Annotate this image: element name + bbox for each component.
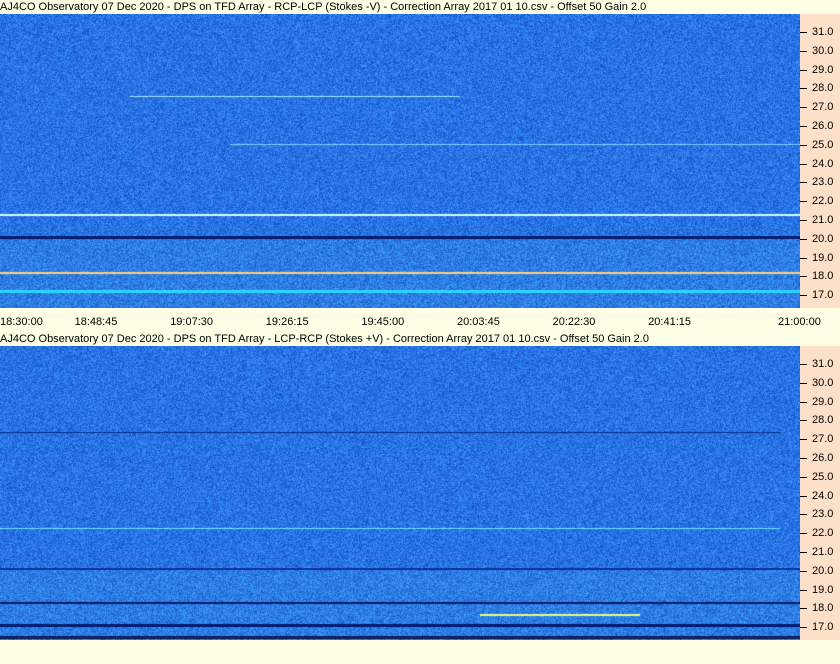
freq-tick-mark: [800, 533, 807, 535]
freq-tick-label: 26.0: [812, 120, 834, 132]
freq-tick-label: 31.0: [812, 358, 834, 370]
freq-tick-mark: [800, 69, 807, 71]
time-tick-label: 19:45:00: [361, 316, 405, 328]
freq-tick-label: 21.0: [812, 214, 834, 226]
time-axis: 18:30:00 18:48:45 19:07:30 19:26:15 19:45:00…: [0, 312, 840, 332]
freq-tick-mark: [800, 495, 807, 497]
freq-tick-mark: [800, 107, 807, 109]
freq-tick-label: 18.0: [812, 270, 834, 283]
freq-tick-mark: [800, 420, 807, 422]
freq-tick-label: 23.0: [812, 176, 834, 189]
freq-tick-mark: [800, 552, 807, 553]
freq-tick-mark: [800, 201, 807, 203]
freq-tick-mark: [800, 182, 807, 184]
freq-tick-label: 29.0: [812, 63, 834, 76]
freq-tick-mark: [800, 401, 807, 403]
freq-tick-mark: [800, 608, 807, 610]
freq-tick-label: 20.0: [812, 232, 834, 245]
panel-bottom-title: AJ4CO Observatory 07 Dec 2020 - DPS on T…: [0, 332, 840, 346]
freq-tick-label: 27.0: [812, 433, 834, 446]
freq-tick-mark: [800, 295, 807, 297]
freq-tick-mark: [800, 257, 807, 259]
freq-tick-mark: [800, 32, 807, 33]
freq-tick-label: 31.0: [812, 26, 834, 38]
freq-tick-label: 19.0: [812, 583, 834, 596]
freq-tick-mark: [800, 364, 807, 365]
freq-tick-label: 28.0: [812, 82, 834, 95]
freq-tick-label: 30.0: [812, 376, 834, 389]
freq-tick-label: 28.0: [812, 414, 834, 427]
freq-tick-label: 18.0: [812, 602, 834, 615]
freq-tick-label: 22.0: [812, 195, 834, 208]
time-tick-label: 18:30:00: [0, 316, 43, 328]
freq-tick-label: 17.0: [812, 621, 834, 634]
freq-tick-mark: [800, 627, 807, 629]
freq-tick-label: 23.0: [812, 508, 834, 521]
freq-tick-mark: [800, 439, 807, 441]
time-tick-label: 20:03:45: [457, 316, 500, 328]
frequency-axis-bottom: 31.0 30.0 29.0 28.0 27.0 26.0 25.0 24.0 23.0 22.0…: [800, 346, 840, 640]
freq-tick-mark: [800, 88, 807, 90]
freq-tick-label: 20.0: [812, 564, 834, 577]
freq-tick-mark: [800, 144, 807, 146]
freq-tick-label: 24.0: [812, 489, 834, 502]
freq-tick-label: 19.0: [812, 251, 834, 264]
freq-tick-label: 26.0: [812, 452, 834, 464]
freq-tick-mark: [800, 458, 807, 459]
time-tick-label: 18:48:45: [74, 316, 118, 328]
freq-tick-label: 24.0: [812, 157, 834, 170]
freq-tick-label: 27.0: [812, 101, 834, 114]
freq-tick-mark: [800, 50, 807, 52]
freq-tick-mark: [800, 163, 807, 165]
freq-tick-label: 22.0: [812, 527, 834, 540]
freq-tick-mark: [800, 589, 807, 591]
freq-tick-label: 21.0: [812, 546, 834, 558]
time-tick-label: 20:22:30: [552, 316, 596, 328]
freq-tick-mark: [800, 276, 807, 278]
spectrogram-bottom[interactable]: [0, 346, 800, 640]
time-tick-label: 19:07:30: [170, 316, 214, 328]
freq-tick-label: 29.0: [812, 395, 834, 408]
bottom-strip: [0, 640, 840, 664]
freq-tick-mark: [800, 570, 807, 572]
freq-tick-label: 25.0: [812, 470, 834, 483]
freq-tick-label: 30.0: [812, 44, 834, 57]
panel-top-title: AJ4CO Observatory 07 Dec 2020 - DPS on T…: [0, 0, 840, 14]
freq-tick-label: 17.0: [812, 289, 834, 302]
time-tick-label: 20:41:15: [648, 316, 692, 328]
freq-tick-mark: [800, 476, 807, 478]
time-tick-label: 19:26:15: [265, 316, 309, 328]
freq-tick-mark: [800, 238, 807, 240]
freq-tick-mark: [800, 126, 807, 127]
frequency-axis-top: 31.0 30.0 29.0 28.0 27.0 26.0 25.0 24.0 23.0 22.0…: [800, 14, 840, 308]
spectrogram-top[interactable]: [0, 14, 800, 308]
time-tick-label: 21:00:00: [778, 316, 821, 328]
freq-tick-mark: [800, 220, 807, 221]
freq-tick-mark: [800, 514, 807, 516]
freq-tick-mark: [800, 382, 807, 384]
freq-tick-label: 25.0: [812, 138, 834, 151]
